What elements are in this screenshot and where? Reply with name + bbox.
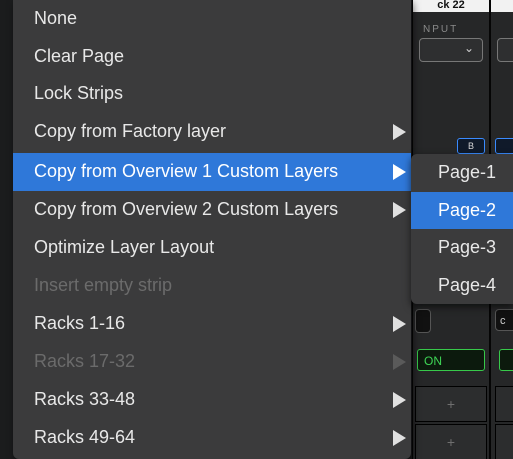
menu-item-copy-overview-1[interactable]: Copy from Overview 1 Custom Layers <box>13 153 411 191</box>
on-button[interactable] <box>499 349 513 371</box>
menu-item-racks-1-16[interactable]: Racks 1-16 <box>13 305 411 343</box>
strip-header: ck 22 <box>413 0 489 12</box>
menu-item-copy-factory-layer[interactable]: Copy from Factory layer <box>13 113 411 151</box>
submenu-item-page-4[interactable]: Page-4 <box>411 267 513 305</box>
strip-control[interactable]: c <box>495 309 513 331</box>
menu-item-label: Copy from Overview 1 Custom Layers <box>34 161 339 181</box>
submenu-arrow-icon <box>393 164 406 180</box>
menu-item-label: Racks 49-64 <box>34 427 136 447</box>
add-slot[interactable]: + <box>415 386 487 422</box>
plus-icon: + <box>446 396 456 412</box>
menu-item-optimize-layout[interactable]: Optimize Layer Layout <box>13 229 411 267</box>
submenu-arrow-icon <box>393 316 406 332</box>
button-a[interactable] <box>495 138 513 154</box>
partial-label: c <box>500 315 506 327</box>
add-slot[interactable] <box>495 386 513 422</box>
chevron-down-icon: ⌄ <box>463 41 474 55</box>
menu-item-label: Copy from Overview 2 Custom Layers <box>34 199 339 219</box>
menu-item-clear-page[interactable]: Clear Page <box>13 38 411 76</box>
menu-item-copy-overview-2[interactable]: Copy from Overview 2 Custom Layers <box>13 191 411 229</box>
context-menu: None Clear Page Lock Strips Copy from Fa… <box>13 0 411 459</box>
submenu-item-page-2[interactable]: Page-2 <box>411 191 513 229</box>
strip-control[interactable] <box>415 309 431 333</box>
strip-header <box>491 0 513 12</box>
menu-item-racks-33-48[interactable]: Racks 33-48 <box>13 381 411 419</box>
input-select[interactable]: ⌄ <box>419 38 483 62</box>
add-slot[interactable]: + <box>415 424 487 459</box>
menu-item-label: Racks 17-32 <box>34 351 136 371</box>
submenu-item-page-1[interactable]: Page-1 <box>411 154 513 192</box>
input-select[interactable] <box>497 38 513 62</box>
on-button[interactable]: ON <box>417 349 485 371</box>
submenu-item-page-3[interactable]: Page-3 <box>411 229 513 267</box>
page-submenu: Page-1 Page-2 Page-3 Page-4 <box>411 154 513 304</box>
menu-item-label: Copy from Factory layer <box>34 120 227 141</box>
menu-item-label: Insert empty strip <box>34 275 173 295</box>
strip-header-label: ck 22 <box>437 0 465 10</box>
submenu-item-label: Page-3 <box>438 237 497 257</box>
button-b[interactable]: B <box>457 138 485 154</box>
menu-item-racks-49-64[interactable]: Racks 49-64 <box>13 419 411 457</box>
input-label: NPUT <box>423 24 459 35</box>
submenu-arrow-icon <box>393 392 406 408</box>
add-slot[interactable] <box>495 424 513 459</box>
menu-item-racks-17-32: Racks 17-32 <box>13 343 411 381</box>
menu-item-label: Racks 1-16 <box>34 313 126 333</box>
menu-item-lock-strips[interactable]: Lock Strips <box>13 75 411 113</box>
submenu-arrow-icon <box>393 123 406 140</box>
submenu-item-label: Page-4 <box>438 274 497 295</box>
menu-item-label: Lock Strips <box>34 83 124 103</box>
submenu-arrow-icon <box>393 202 406 218</box>
submenu-arrow-icon <box>393 430 406 446</box>
menu-item-label: Optimize Layer Layout <box>34 237 215 257</box>
submenu-item-label: Page-2 <box>438 199 497 220</box>
submenu-item-label: Page-1 <box>438 162 497 182</box>
menu-item-insert-empty-strip: Insert empty strip <box>13 267 411 305</box>
menu-item-none[interactable]: None <box>13 0 411 38</box>
submenu-arrow-icon <box>393 354 406 370</box>
menu-item-label: Clear Page <box>34 45 125 66</box>
menu-item-label: Racks 33-48 <box>34 389 136 409</box>
menu-item-label: None <box>34 8 78 28</box>
plus-icon: + <box>446 434 456 450</box>
